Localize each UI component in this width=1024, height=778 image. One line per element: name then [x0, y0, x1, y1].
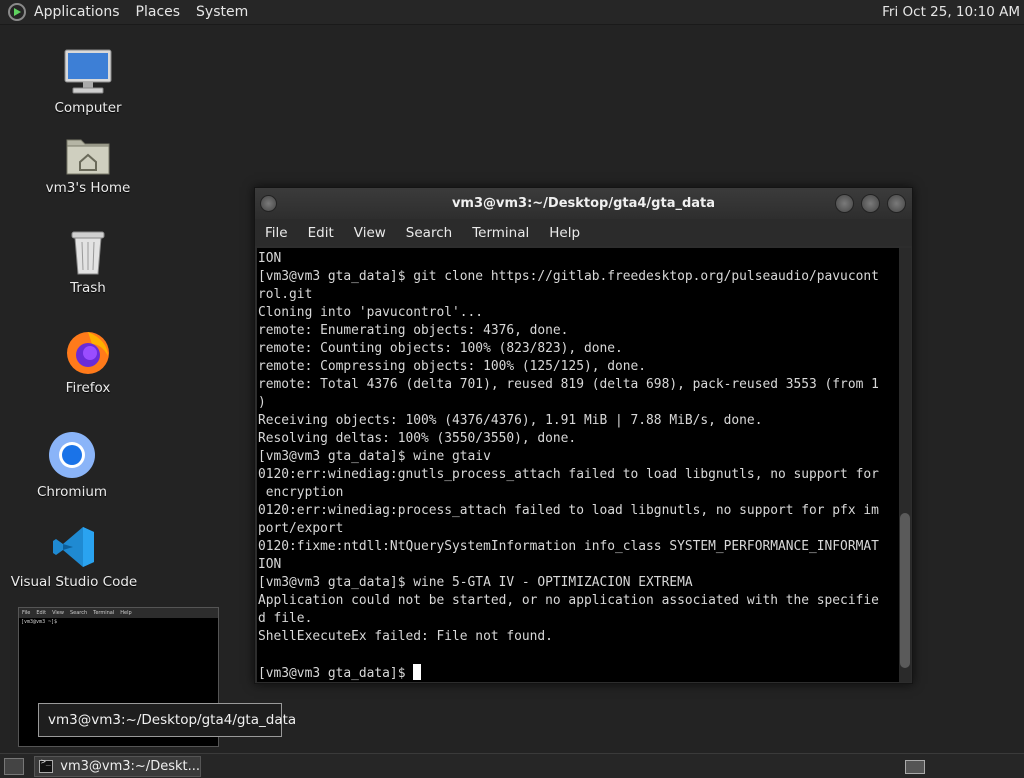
preview-menu-item: Terminal	[93, 610, 115, 616]
terminal-line: 0120:fixme:ntdll:NtQuerySystemInformatio…	[258, 539, 879, 554]
terminal-line: [vm3@vm3 gta_data]$ wine gtaiv	[258, 449, 491, 464]
home-folder-icon	[65, 124, 111, 176]
terminal-line: 0120:err:winediag:gnutls_process_attach …	[258, 467, 879, 482]
desktop-icon-computer[interactable]: Computer	[18, 44, 158, 116]
terminal-scrollbar[interactable]	[899, 248, 911, 682]
text-cursor	[413, 664, 422, 680]
maximize-button[interactable]	[861, 194, 880, 213]
terminal-line: ION	[258, 251, 282, 266]
terminal-line: Application could not be started, or no …	[258, 593, 879, 608]
trash-icon	[68, 224, 108, 276]
terminal-menubar: File Edit View Search Terminal Help	[255, 219, 912, 246]
terminal-line: Cloning into 'pavucontrol'...	[258, 305, 484, 320]
desktop-icon-label: Trash	[70, 280, 106, 296]
computer-icon	[63, 44, 113, 96]
desktop-icon-vscode[interactable]: Visual Studio Code	[4, 518, 144, 590]
chromium-icon	[47, 428, 97, 480]
terminal-line: [vm3@vm3 gta_data]$ git clone https://gi…	[258, 269, 879, 284]
vscode-icon	[51, 518, 97, 570]
menu-search[interactable]: Search	[406, 225, 452, 241]
menu-terminal[interactable]: Terminal	[472, 225, 529, 241]
terminal-icon	[39, 757, 54, 773]
taskbar-item-label: vm3@vm3:~/Deskt...	[60, 759, 200, 774]
scrollbar-thumb[interactable]	[900, 513, 910, 668]
terminal-line: ION	[258, 557, 282, 572]
desktop-icon-firefox[interactable]: Firefox	[18, 324, 158, 396]
places-menu[interactable]: Places	[136, 4, 181, 20]
terminal-window[interactable]: vm3@vm3:~/Desktop/gta4/gta_data File Edi…	[254, 187, 913, 684]
terminal-line: rol.git	[258, 287, 313, 302]
terminal-line: d file.	[258, 611, 313, 626]
firefox-icon	[64, 324, 112, 376]
terminal-line: port/export	[258, 521, 344, 536]
applications-menu[interactable]: Applications	[34, 4, 120, 20]
distro-logo-icon[interactable]	[8, 3, 26, 21]
terminal-titlebar[interactable]: vm3@vm3:~/Desktop/gta4/gta_data	[255, 188, 912, 219]
terminal-prompt: [vm3@vm3 gta_data]$	[258, 666, 414, 681]
preview-menu-item: Edit	[36, 610, 47, 616]
terminal-line: Receiving objects: 100% (4376/4376), 1.9…	[258, 413, 763, 428]
terminal-line: )	[258, 395, 266, 410]
window-menu-button[interactable]	[260, 195, 277, 212]
desktop-icon-label: Visual Studio Code	[10, 574, 138, 590]
terminal-line: remote: Enumerating objects: 4376, done.	[258, 323, 569, 338]
preview-menu-item: Search	[69, 610, 88, 616]
desktop-icon-label: Firefox	[65, 380, 111, 396]
desktop-icon-trash[interactable]: Trash	[18, 224, 158, 296]
menu-file[interactable]: File	[265, 225, 288, 241]
menu-view[interactable]: View	[354, 225, 386, 241]
taskbar-item-terminal[interactable]: vm3@vm3:~/Deskt...	[34, 756, 201, 777]
desktop-icon-chromium[interactable]: Chromium	[2, 428, 142, 500]
preview-menu-item: File	[22, 610, 31, 616]
preview-menu-item: View	[52, 610, 64, 616]
menu-help[interactable]: Help	[549, 225, 580, 241]
preview-menu-item: Help	[120, 610, 132, 616]
workspace-switcher[interactable]	[905, 760, 925, 774]
top-panel: Applications Places System Fri Oct 25, 1…	[0, 0, 1024, 25]
taskbar-tooltip: vm3@vm3:~/Desktop/gta4/gta_data	[38, 703, 296, 737]
terminal-line: 0120:err:winediag:process_attach failed …	[258, 503, 879, 518]
clock[interactable]: Fri Oct 25, 10:10 AM	[882, 4, 1020, 20]
minimize-button[interactable]	[835, 194, 854, 213]
terminal-line: encryption	[258, 485, 344, 500]
close-button[interactable]	[887, 194, 906, 213]
bottom-panel: vm3@vm3:~/Deskt...	[0, 753, 1024, 778]
terminal-prompt-line[interactable]: [vm3@vm3 gta_data]$	[258, 664, 901, 682]
terminal-line: remote: Counting objects: 100% (823/823)…	[258, 341, 623, 356]
terminal-line: remote: Compressing objects: 100% (125/1…	[258, 359, 647, 374]
menu-edit[interactable]: Edit	[308, 225, 334, 241]
terminal-line: Resolving deltas: 100% (3550/3550), done…	[258, 431, 577, 446]
desktop-icon-label: Computer	[54, 100, 122, 116]
desktop-icon-label: vm3's Home	[45, 180, 131, 196]
terminal-title: vm3@vm3:~/Desktop/gta4/gta_data	[451, 196, 716, 211]
show-desktop-icon[interactable]	[4, 758, 24, 775]
preview-text: [vm3@vm3 ~]$	[21, 619, 58, 625]
terminal-line: [vm3@vm3 gta_data]$ wine 5-GTA IV - OPTI…	[258, 575, 693, 590]
terminal-output[interactable]: ION [vm3@vm3 gta_data]$ git clone https:/…	[257, 248, 901, 682]
desktop-icon-label: Chromium	[36, 484, 108, 500]
desktop-icon-home[interactable]: vm3's Home	[18, 124, 158, 196]
system-menu[interactable]: System	[196, 4, 248, 20]
terminal-line: remote: Total 4376 (delta 701), reused 8…	[258, 377, 879, 392]
terminal-line: ShellExecuteEx failed: File not found.	[258, 629, 553, 644]
